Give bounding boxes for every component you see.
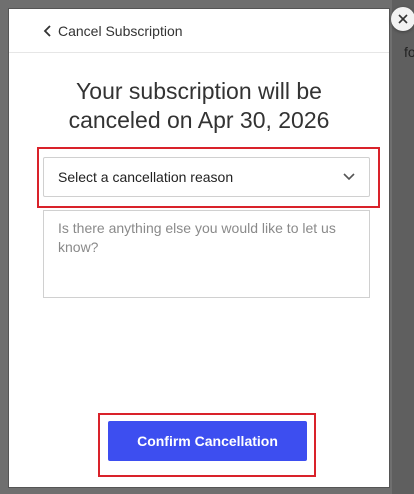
back-button[interactable]: Cancel Subscription [43,23,183,39]
backdrop-text: fo [404,44,414,60]
chevron-down-icon [343,173,355,181]
cancel-subscription-modal: Cancel Subscription Your subscription wi… [8,7,414,488]
confirm-cancellation-button[interactable]: Confirm Cancellation [108,421,307,461]
modal-header: Cancel Subscription [9,9,389,53]
feedback-placeholder: Is there anything else you would like to… [58,220,336,255]
cancellation-reason-select[interactable]: Select a cancellation reason [43,157,370,197]
title-line-2: canceled on Apr 30, 2026 [68,107,330,133]
feedback-textarea[interactable]: Is there anything else you would like to… [43,210,370,298]
back-button-label: Cancel Subscription [58,22,183,39]
close-button[interactable] [391,7,414,31]
select-value: Select a cancellation reason [58,169,234,185]
title-line-1: Your subscription will be [76,78,322,104]
backdrop [392,0,414,494]
close-icon [398,14,408,24]
chevron-left-icon [43,24,51,37]
page-title: Your subscription will be canceled on Ap… [9,77,389,135]
